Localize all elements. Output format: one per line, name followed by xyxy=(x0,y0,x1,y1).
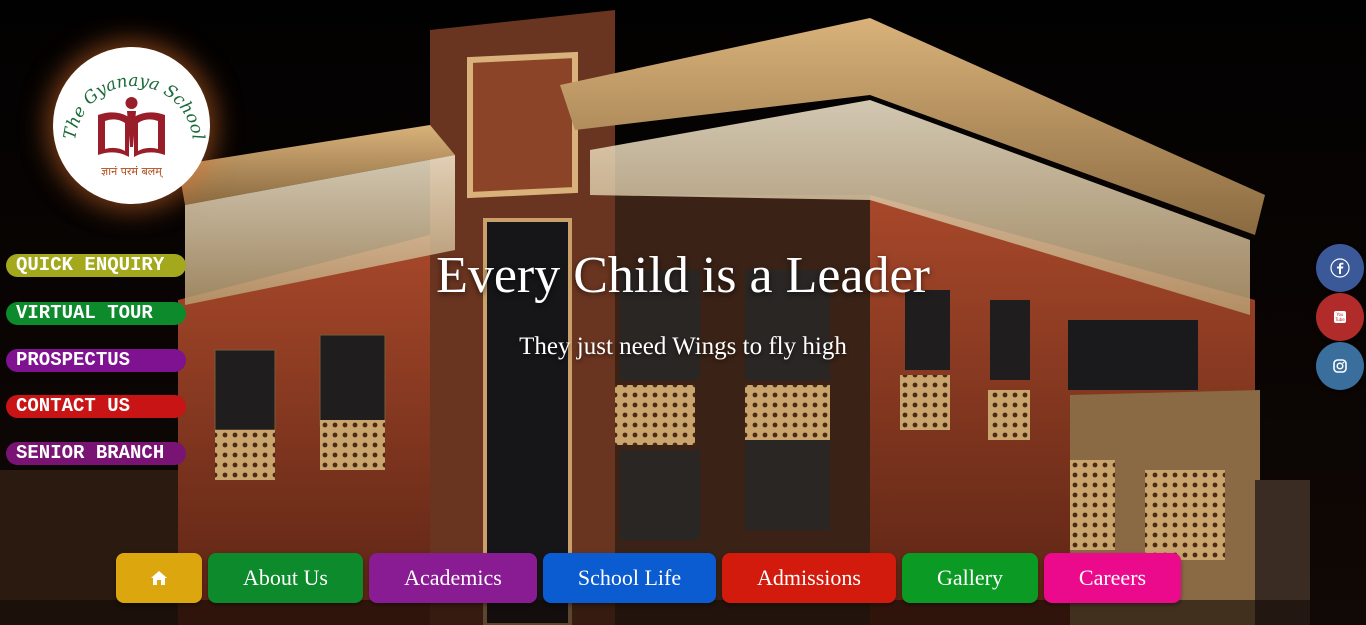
school-logo[interactable]: The Gyanaya School ज्ञानं परमं बलम् xyxy=(53,47,210,204)
hero-subtitle: They just need Wings to fly high xyxy=(519,333,847,360)
nav-careers[interactable]: Careers xyxy=(1044,553,1181,603)
senior-branch-button[interactable]: SENIOR BRANCH xyxy=(6,442,186,465)
nav-gallery[interactable]: Gallery xyxy=(902,553,1038,603)
facebook-icon xyxy=(1330,258,1350,278)
nav-admissions[interactable]: Admissions xyxy=(722,553,896,603)
instagram-icon xyxy=(1333,359,1347,373)
nav-school-life[interactable]: School Life xyxy=(543,553,716,603)
instagram-link[interactable] xyxy=(1316,342,1364,390)
home-button[interactable] xyxy=(116,553,202,603)
facebook-link[interactable] xyxy=(1316,244,1364,292)
nav-academics[interactable]: Academics xyxy=(369,553,537,603)
logo-emblem: The Gyanaya School ज्ञानं परमं बलम् xyxy=(60,71,208,178)
book-icon xyxy=(98,97,165,157)
youtube-icon: You Tube xyxy=(1334,311,1346,323)
logo-motto-text: ज्ञानं परमं बलम् xyxy=(101,165,164,178)
youtube-link[interactable]: You Tube xyxy=(1316,293,1364,341)
contact-us-button[interactable]: CONTACT US xyxy=(6,395,186,418)
nav-about-us[interactable]: About Us xyxy=(208,553,363,603)
hero-title: Every Child is a Leader xyxy=(436,247,930,304)
home-icon xyxy=(151,571,167,585)
svg-text:Tube: Tube xyxy=(1334,317,1345,322)
